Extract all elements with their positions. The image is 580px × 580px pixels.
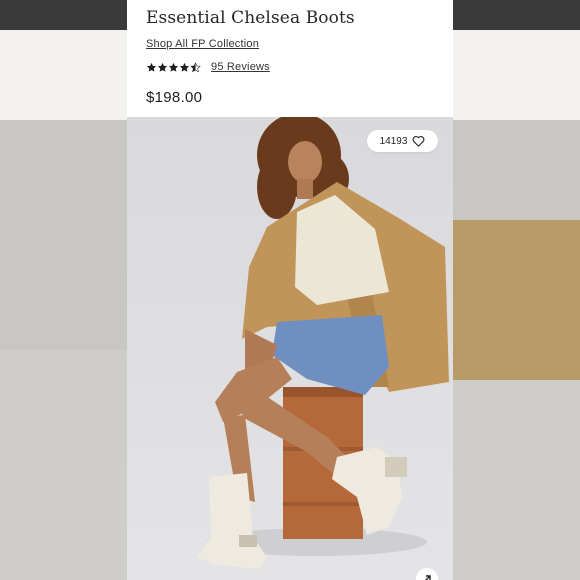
reviews-link[interactable]: 95 Reviews xyxy=(211,61,270,73)
product-header: Essential Chelsea Boots Shop All FP Coll… xyxy=(127,0,453,117)
star-icon xyxy=(179,62,190,72)
star-icon xyxy=(168,62,179,72)
product-photo[interactable]: 14193 xyxy=(127,117,453,580)
product-price: $198.00 xyxy=(146,89,203,106)
half-star-icon xyxy=(190,61,201,72)
expand-arrow-icon xyxy=(425,575,431,580)
star-icon xyxy=(146,62,157,72)
model-photo-illustration xyxy=(127,117,453,580)
product-screen: Essential Chelsea Boots Shop All FP Coll… xyxy=(127,0,453,580)
heart-outline-icon xyxy=(413,136,425,147)
star-rating xyxy=(146,61,201,73)
star-icon xyxy=(157,62,168,72)
blurred-background-right xyxy=(453,0,580,580)
favorite-button[interactable]: 14193 xyxy=(367,130,438,152)
shop-collection-link[interactable]: Shop All FP Collection xyxy=(146,38,259,50)
favorite-count: 14193 xyxy=(379,135,408,147)
product-title: Essential Chelsea Boots xyxy=(146,8,355,28)
rating-row: 95 Reviews xyxy=(146,61,270,73)
blurred-background-left xyxy=(0,0,127,580)
